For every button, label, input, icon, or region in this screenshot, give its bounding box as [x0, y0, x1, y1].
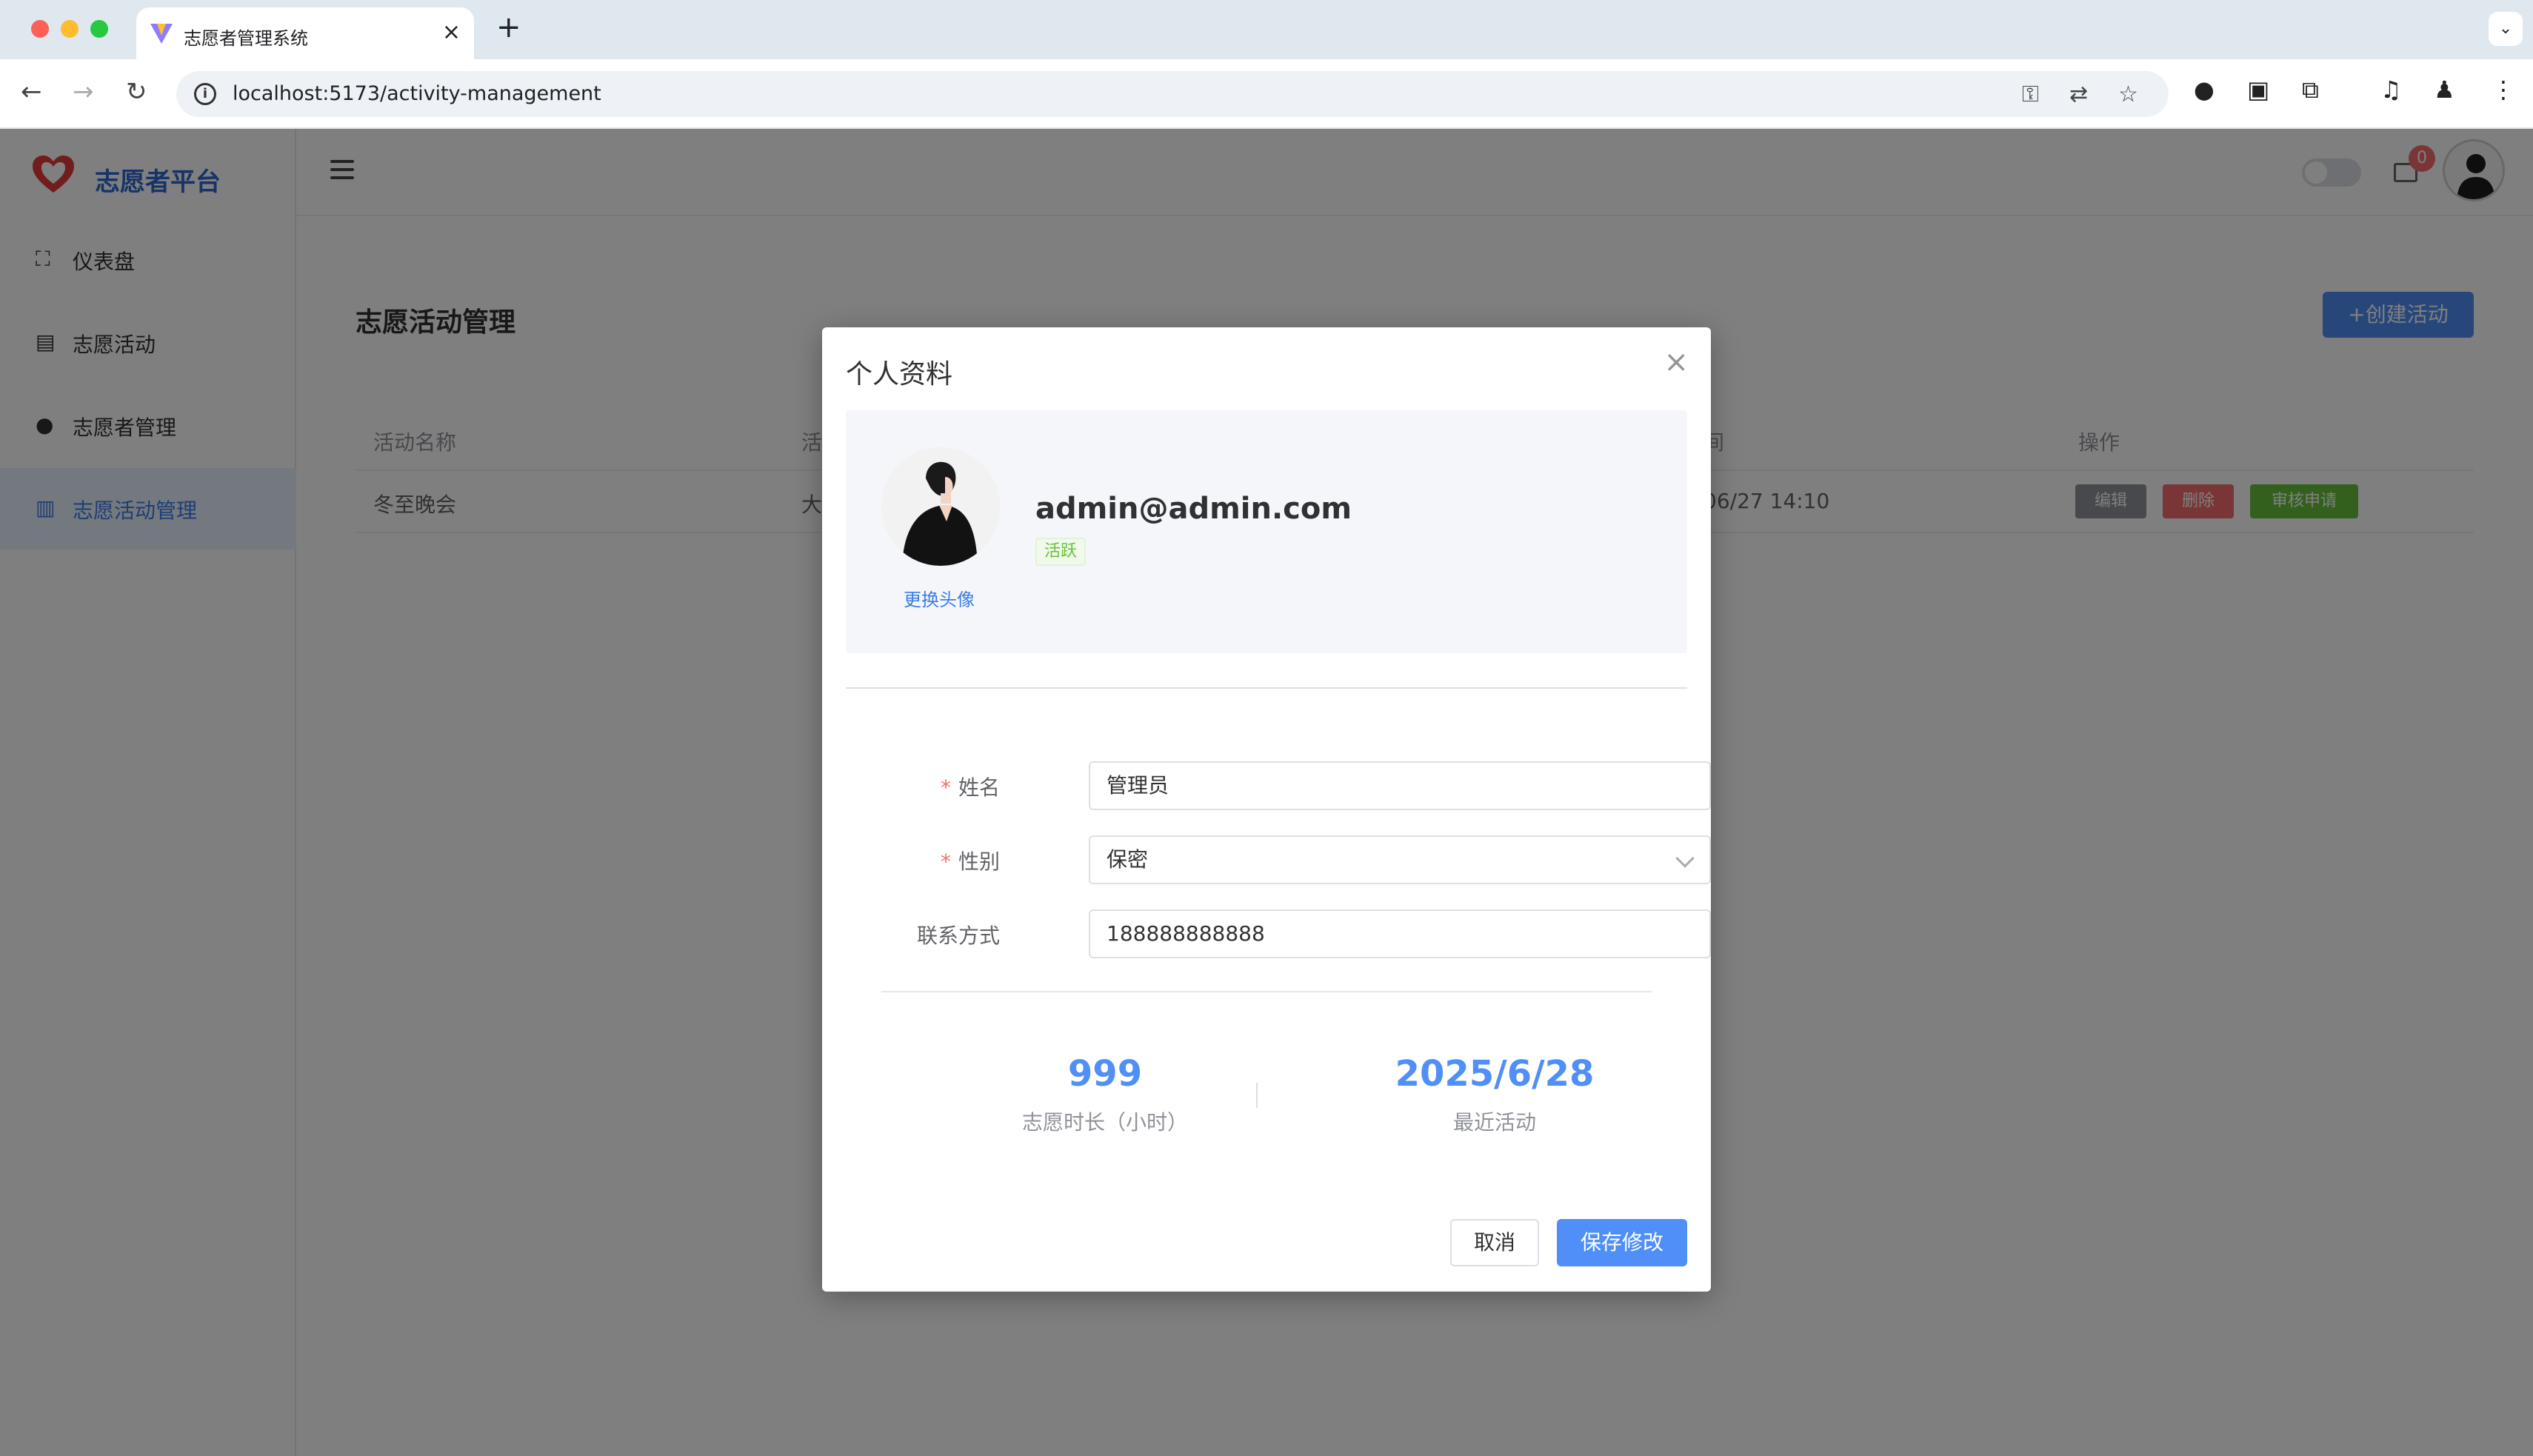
- contact-input[interactable]: 188888888888: [1089, 909, 1711, 958]
- back-icon[interactable]: ←: [21, 77, 42, 107]
- gender-select[interactable]: 保密: [1089, 835, 1711, 884]
- tab-title: 志愿者管理系统: [184, 28, 308, 49]
- divider: [846, 687, 1687, 689]
- extensions-puzzle-icon[interactable]: ⧉: [2302, 76, 2319, 104]
- profile-card: 更换头像 admin@admin.com 活跃: [846, 410, 1687, 653]
- window-close-button[interactable]: [31, 20, 49, 38]
- address-bar[interactable]: i localhost:5173/activity-management ⚿ ⇄…: [176, 71, 2169, 117]
- extension-circle-icon[interactable]: ●: [2194, 76, 2215, 104]
- name-label: * 姓名: [940, 775, 1000, 800]
- extension-s-icon[interactable]: ▣: [2247, 76, 2269, 104]
- window-zoom-button[interactable]: [90, 20, 108, 38]
- avatar-person-icon: [881, 447, 1000, 566]
- new-tab-button[interactable]: +: [496, 10, 521, 44]
- contact-label: 联系方式: [916, 924, 1000, 948]
- site-info-icon[interactable]: i: [194, 83, 216, 105]
- gender-selected-value: 保密: [1107, 847, 1149, 872]
- divider: [881, 991, 1652, 992]
- media-control-icon[interactable]: ♫: [2380, 76, 2402, 104]
- name-field-row: * 姓名 管理员: [881, 761, 1711, 810]
- window-minimize-button[interactable]: [61, 20, 79, 38]
- browser-menu-icon[interactable]: ⋮: [2492, 76, 2515, 104]
- name-input[interactable]: 管理员: [1089, 761, 1711, 810]
- recent-activity-label: 最近活动: [1452, 1110, 1536, 1135]
- password-key-icon[interactable]: ⚿: [2022, 81, 2039, 107]
- recent-activity-stat: 2025/6/28 最近活动: [1346, 1053, 1643, 1136]
- browser-tab-strip: 志愿者管理系统 × + ⌄: [0, 0, 2533, 59]
- url-text: localhost:5173/activity-management: [233, 82, 601, 105]
- reload-icon[interactable]: ↻: [126, 77, 147, 107]
- translate-icon[interactable]: ⇄: [2069, 81, 2088, 107]
- stat-divider: [1256, 1083, 1258, 1108]
- cancel-button[interactable]: 取消: [1450, 1219, 1539, 1266]
- profile-dialog: 个人资料 × 更换头像 admin@admin.com 活跃 * 姓名 管理员 *…: [822, 327, 1711, 1292]
- forward-icon[interactable]: →: [73, 77, 94, 107]
- tab-close-icon[interactable]: ×: [442, 19, 461, 45]
- status-badge: 活跃: [1035, 538, 1087, 566]
- profile-icon[interactable]: ♟: [2434, 76, 2455, 104]
- volunteer-hours-label: 志愿时长（小时）: [1021, 1110, 1188, 1135]
- change-avatar-link[interactable]: 更换头像: [904, 585, 975, 611]
- volunteer-hours-value: 999: [1067, 1053, 1143, 1095]
- dialog-title: 个人资料: [846, 359, 953, 390]
- browser-toolbar: ← → ↻ i localhost:5173/activity-manageme…: [0, 59, 2533, 129]
- save-button[interactable]: 保存修改: [1557, 1219, 1687, 1266]
- gender-field-row: * 性别 保密: [881, 835, 1711, 884]
- user-email: admin@admin.com: [1035, 492, 1352, 526]
- chevron-down-icon: [1675, 849, 1695, 868]
- profile-avatar[interactable]: [881, 447, 1000, 566]
- browser-tab[interactable]: 志愿者管理系统 ×: [136, 7, 474, 59]
- volunteer-hours-stat: 999 志愿时长（小时）: [957, 1053, 1253, 1136]
- close-icon[interactable]: ×: [1663, 345, 1689, 379]
- recent-activity-value: 2025/6/28: [1395, 1053, 1595, 1095]
- vite-logo-icon: [150, 24, 173, 44]
- contact-field-row: 联系方式 188888888888: [881, 909, 1711, 958]
- bookmark-star-icon[interactable]: ☆: [2118, 81, 2138, 107]
- tab-search-button[interactable]: ⌄: [2489, 12, 2523, 46]
- gender-label: * 性别: [940, 849, 1000, 874]
